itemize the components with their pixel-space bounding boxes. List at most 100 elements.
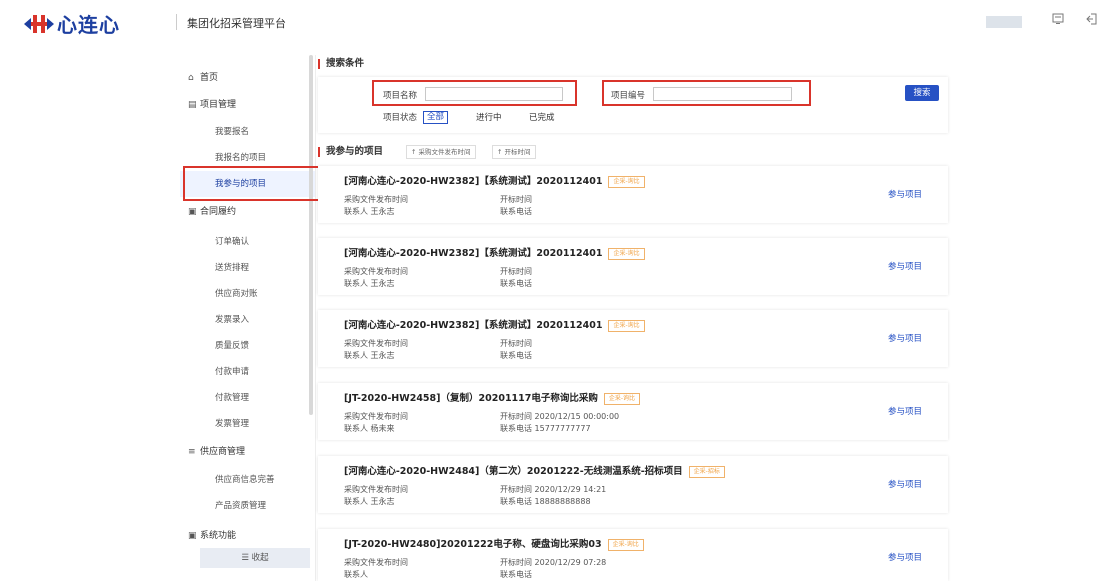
phone-label: 联系电话 xyxy=(500,351,532,360)
logo-text: 心连心 xyxy=(57,13,120,37)
search-section-title: 搜索条件 xyxy=(318,59,364,69)
sidebar-item-label: 质量反馈 xyxy=(215,341,250,351)
project-title-text: [JT-2020-HW2458]（复制）20201117电子称询比采购 xyxy=(344,393,598,404)
open-time: 开标时间 2020/12/29 07:28 xyxy=(500,557,606,568)
phone: 联系电话 15777777777 xyxy=(500,423,591,434)
contact-label: 联系人 xyxy=(344,279,368,288)
logout-icon[interactable] xyxy=(1084,13,1100,29)
join-project-button[interactable]: 参与项目 xyxy=(888,478,922,490)
sidebar-item[interactable]: 产品资质管理 xyxy=(180,493,315,519)
search-button[interactable]: 搜索 xyxy=(905,85,939,101)
logo[interactable]: 心连心 xyxy=(24,9,120,38)
project-title[interactable]: [JT-2020-HW2458]（复制）20201117电子称询比采购 企采-询比 xyxy=(344,390,641,405)
sort-open-time-button[interactable]: ↑ 开标时间 xyxy=(492,145,536,159)
sidebar-item[interactable]: 发票录入 xyxy=(180,307,315,333)
publish-time-label: 采购文件发布时间 xyxy=(344,267,408,276)
sidebar-item-label: 供应商信息完善 xyxy=(215,475,275,485)
join-project-button[interactable]: 参与项目 xyxy=(888,405,922,417)
sidebar-item[interactable]: 付款申请 xyxy=(180,359,315,385)
open-time-label: 开标时间 xyxy=(500,485,532,494)
join-project-button[interactable]: 参与项目 xyxy=(888,260,922,272)
collapse-icon: ☰ xyxy=(241,553,249,563)
project-card: [河南心连心-2020-HW2382]【系统测试】2020112401 企采-询比… xyxy=(318,166,948,223)
contact-label: 联系人 xyxy=(344,497,368,506)
contact: 联系人 王永志 xyxy=(344,350,395,361)
sidebar-item[interactable]: ⌂ 首页 xyxy=(180,65,323,91)
project-card: [JT-2020-HW2480]20201222电子称、硬盘询比采购03 企采-询… xyxy=(318,529,948,581)
sidebar-item[interactable]: 发票管理 xyxy=(180,411,315,437)
phone-label: 联系电话 xyxy=(500,497,532,506)
sidebar-item-label: 发票管理 xyxy=(215,419,250,429)
sidebar-item-label: 系统功能 xyxy=(200,531,237,541)
project-title-text: [JT-2020-HW2480]20201222电子称、硬盘询比采购03 xyxy=(344,539,602,550)
list-icon: ≡ xyxy=(188,447,196,457)
join-project-button[interactable]: 参与项目 xyxy=(888,188,922,200)
contact: 联系人 xyxy=(344,569,368,580)
phone: 联系电话 xyxy=(500,569,532,580)
open-time: 开标时间 xyxy=(500,194,532,205)
sidebar-item[interactable]: ▣ 合同履约 xyxy=(180,199,323,225)
message-icon[interactable] xyxy=(1050,13,1066,29)
sort-publish-time-button[interactable]: ↑ 采购文件发布时间 xyxy=(406,145,476,159)
open-time-value: 2020/12/29 07:28 xyxy=(534,558,607,567)
project-title[interactable]: [河南心连心-2020-HW2382]【系统测试】2020112401 企采-询比 xyxy=(344,173,645,188)
collapse-button[interactable]: ☰ 收起 xyxy=(200,548,310,568)
status-option-ongoing[interactable]: 进行中 xyxy=(476,111,502,123)
contact-value: 王永志 xyxy=(370,351,395,360)
open-time-label: 开标时间 xyxy=(500,339,532,348)
collapse-label: 收起 xyxy=(251,553,269,563)
publish-time-label: 采购文件发布时间 xyxy=(344,339,408,348)
open-time-value: 2020/12/15 00:00:00 xyxy=(534,412,620,421)
sidebar-item-label: 付款申请 xyxy=(215,367,250,377)
sidebar-item[interactable]: 质量反馈 xyxy=(180,333,315,359)
open-time-value: 2020/12/29 14:21 xyxy=(534,485,607,494)
sidebar-item-label: 送货排程 xyxy=(215,263,250,273)
publish-time-label: 采购文件发布时间 xyxy=(344,412,408,421)
project-title[interactable]: [河南心连心-2020-HW2382]【系统测试】2020112401 企采-询比 xyxy=(344,245,645,260)
project-title-text: [河南心连心-2020-HW2382]【系统测试】2020112401 xyxy=(344,320,603,331)
contact-value: 王永志 xyxy=(370,279,395,288)
project-type-tag: 企采-询比 xyxy=(603,393,641,405)
contact: 联系人 王永志 xyxy=(344,206,395,217)
sidebar-item-label: 我要报名 xyxy=(215,127,250,137)
sidebar-item[interactable]: 供应商信息完善 xyxy=(180,467,315,493)
sidebar-item[interactable]: ▣ 系统功能 xyxy=(180,523,323,549)
sidebar-item[interactable]: 我要报名 xyxy=(180,119,315,145)
header-divider xyxy=(176,14,177,30)
phone-value: 15777777777 xyxy=(534,424,591,433)
project-title[interactable]: [河南心连心-2020-HW2484]（第二次）20201222-无线测温系统-… xyxy=(344,463,725,478)
sidebar-item-label: 发票录入 xyxy=(215,315,250,325)
status-option-all[interactable]: 全部 xyxy=(423,111,449,124)
sidebar-item[interactable]: ≡ 供应商管理 xyxy=(180,439,323,465)
sidebar-item[interactable]: 订单确认 xyxy=(180,229,315,255)
project-title[interactable]: [河南心连心-2020-HW2382]【系统测试】2020112401 企采-询比 xyxy=(344,317,645,332)
sidebar-item[interactable]: 送货排程 xyxy=(180,255,315,281)
contact-value: 王永志 xyxy=(370,207,395,216)
publish-time-label: 采购文件发布时间 xyxy=(344,485,408,494)
project-type-tag: 企采-招标 xyxy=(688,466,725,478)
phone: 联系电话 xyxy=(500,350,532,361)
open-time: 开标时间 xyxy=(500,338,532,349)
contact-label: 联系人 xyxy=(344,207,368,216)
sidebar-item[interactable]: 供应商对账 xyxy=(180,281,315,307)
project-title[interactable]: [JT-2020-HW2480]20201222电子称、硬盘询比采购03 企采-询… xyxy=(344,536,644,551)
open-time-label: 开标时间 xyxy=(500,558,532,567)
status-option-done[interactable]: 已完成 xyxy=(529,111,555,123)
sidebar-item[interactable]: ▤ 项目管理 xyxy=(180,92,323,118)
contact-value: 王永志 xyxy=(370,497,395,506)
sidebar-scrollbar[interactable] xyxy=(309,55,313,415)
sidebar-item-label: 我报名的项目 xyxy=(215,153,267,163)
sidebar-item-label: 首页 xyxy=(200,73,219,83)
sidebar-item-label: 供应商对账 xyxy=(215,289,258,299)
sidebar-item-label: 付款管理 xyxy=(215,393,250,403)
folder-icon: ▤ xyxy=(188,100,197,110)
top-bar: 心连心 集团化招采管理平台 xyxy=(0,0,1110,44)
phone-label: 联系电话 xyxy=(500,424,532,433)
sidebar-item-label: 订单确认 xyxy=(215,237,250,247)
join-project-button[interactable]: 参与项目 xyxy=(888,551,922,563)
sidebar-item[interactable]: 付款管理 xyxy=(180,385,315,411)
join-project-button[interactable]: 参与项目 xyxy=(888,332,922,344)
phone-label: 联系电话 xyxy=(500,207,532,216)
user-avatar[interactable] xyxy=(986,16,1022,28)
sidebar-item-label: 供应商管理 xyxy=(200,447,246,457)
